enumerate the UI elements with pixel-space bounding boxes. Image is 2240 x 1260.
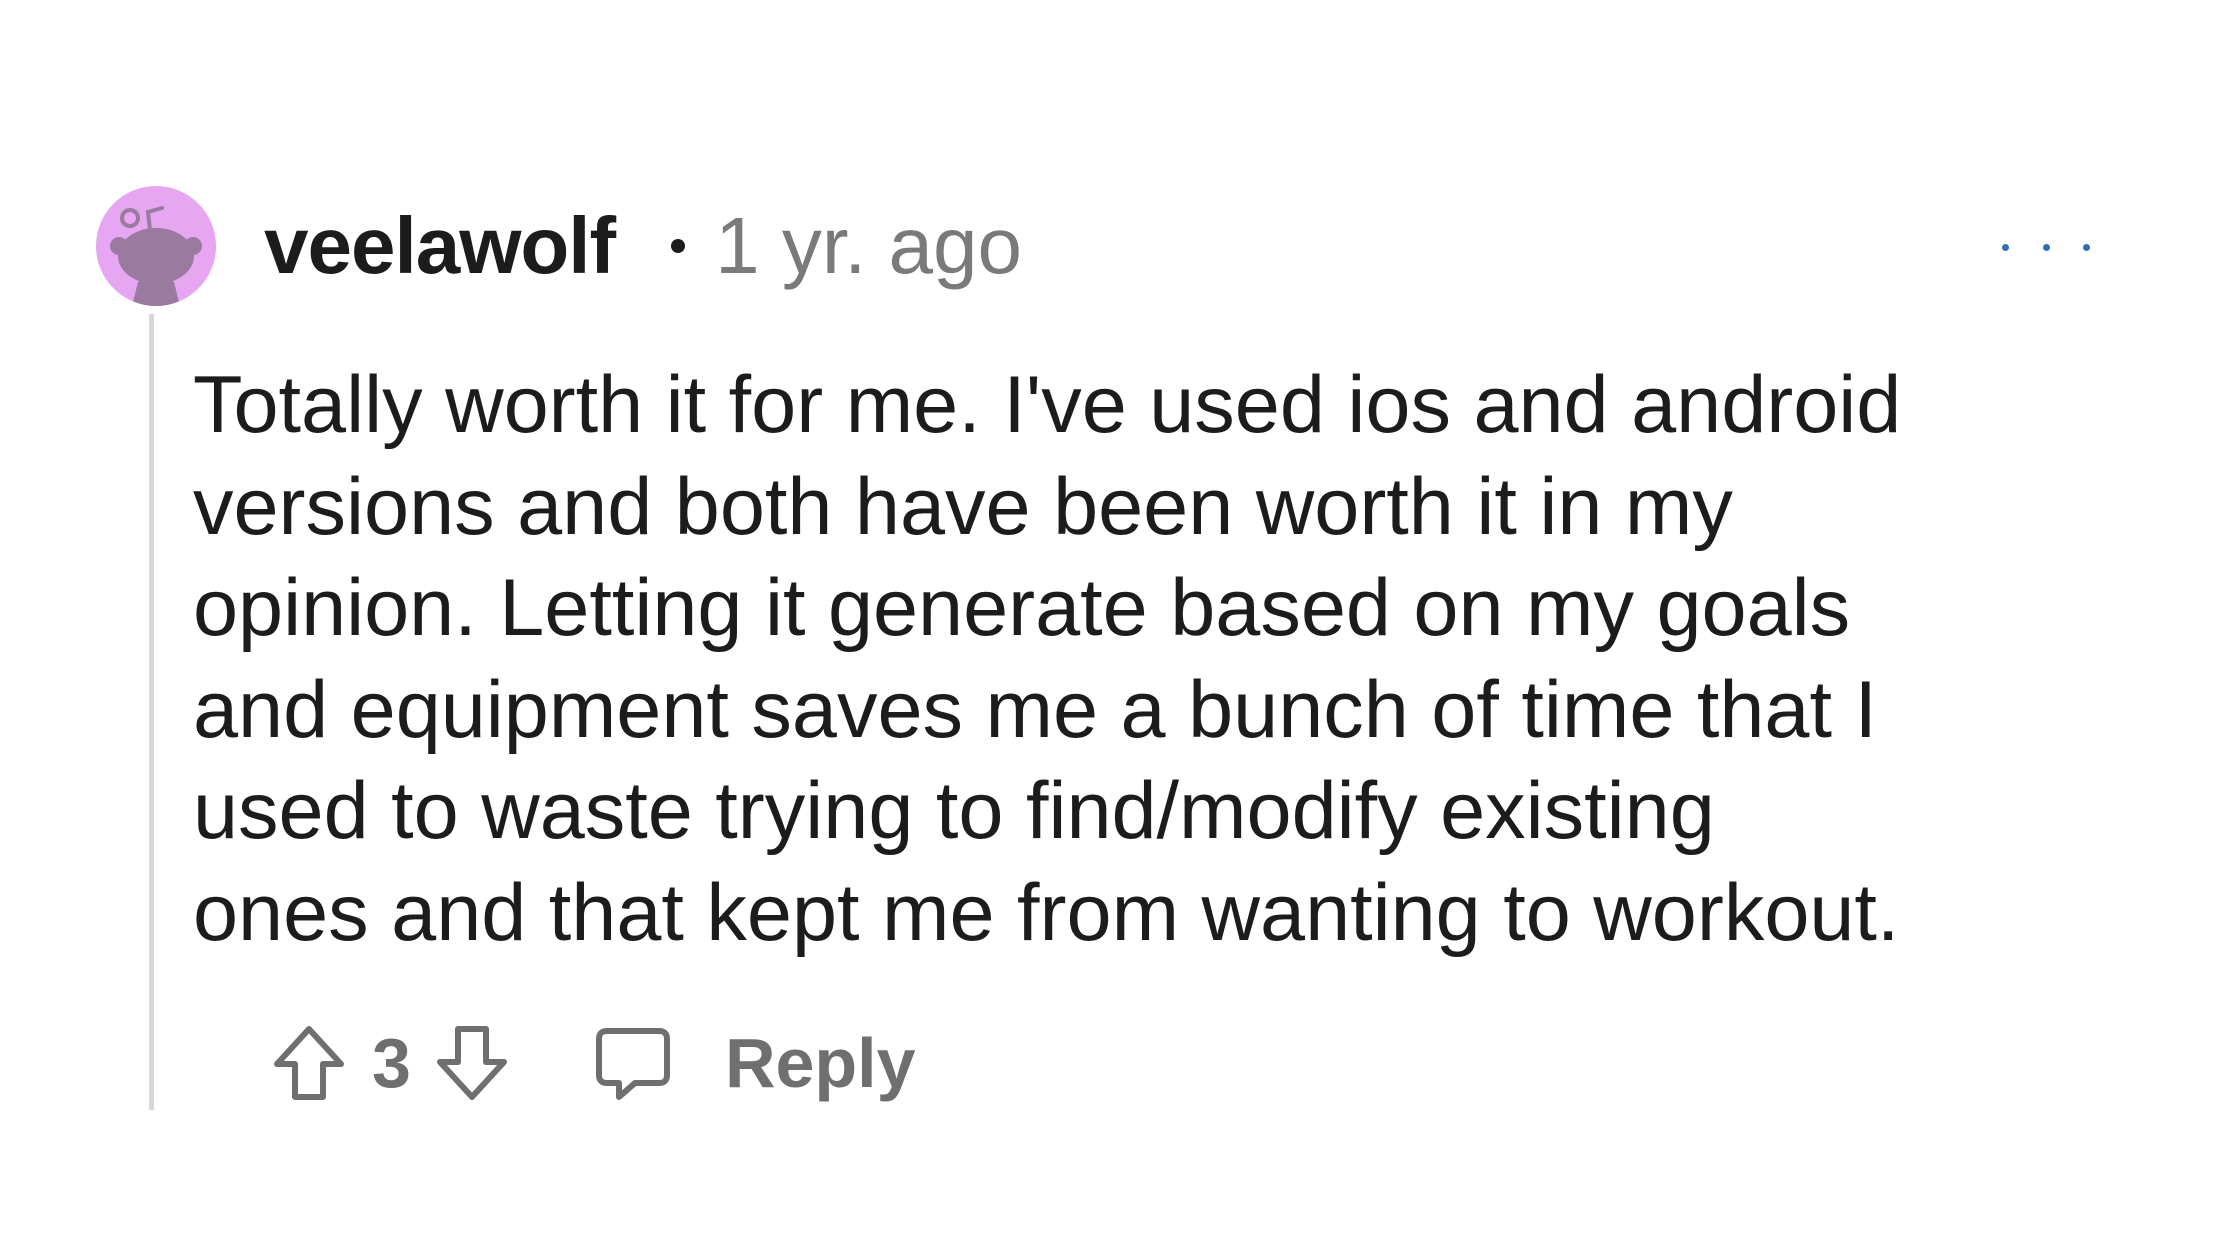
comment-body: Totally worth it for me. I've used ios a… (193, 355, 2153, 964)
vote-count: 3 (372, 1024, 411, 1102)
timestamp: 1 yr. ago (715, 201, 1023, 290)
more-options-icon (2042, 243, 2050, 251)
upvote-arrow-icon[interactable] (272, 1024, 346, 1102)
comment-body-line: ones and that kept me from wanting to wo… (193, 867, 1900, 958)
more-options-icon (2083, 243, 2090, 251)
comment-body-line: used to waste trying to find/modify exis… (193, 766, 1715, 856)
reply-button[interactable]: Reply (593, 1023, 916, 1103)
comment-header: veelawolf 1 yr. ago (264, 196, 1022, 296)
thread-line[interactable] (149, 314, 154, 1110)
snoo-avatar-icon (110, 206, 202, 306)
comment-body-line: Totally worth it for me. I've used ios a… (193, 360, 1902, 450)
comment: veelawolf 1 yr. ago Totally worth it for… (0, 0, 2240, 1260)
comment-body-line: versions and both have been worth it in … (193, 461, 1733, 552)
avatar[interactable] (96, 186, 216, 306)
downvote-arrow-icon[interactable] (435, 1024, 509, 1102)
username[interactable]: veelawolf (264, 200, 616, 292)
comment-body-line: opinion. Letting it generate based on my… (193, 563, 1851, 653)
reply-label: Reply (724, 1024, 916, 1102)
more-options-icon (2002, 243, 2009, 251)
speech-bubble-icon (595, 1028, 670, 1100)
comment-actions: 3 Reply (272, 1018, 916, 1108)
comment-body-line: and equipment saves me a bunch of time t… (193, 664, 1877, 755)
separator-dot (671, 239, 686, 253)
more-options-button[interactable] (2002, 222, 2090, 272)
